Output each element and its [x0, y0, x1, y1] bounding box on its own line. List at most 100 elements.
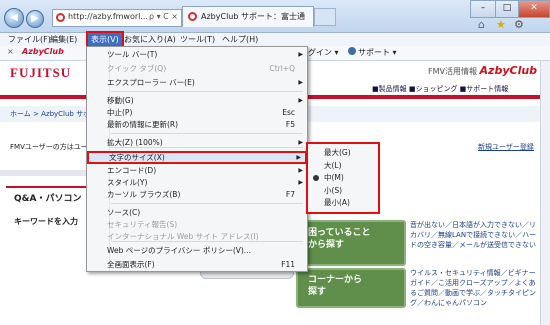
tab-favicon-icon	[188, 12, 197, 21]
menu-edit[interactable]: 編集(E)	[50, 33, 77, 46]
close-window-button[interactable]: ✕	[518, 0, 550, 18]
view-menu-item[interactable]: 拡大(Z) (100%) ▶	[87, 137, 307, 148]
address-controls[interactable]: ρ ▾ C ×	[149, 12, 178, 21]
menu-tools[interactable]: ツール(T)	[180, 33, 215, 46]
toolbar-support[interactable]: サポート ▾	[358, 47, 397, 58]
text-size-option-label: 最小(A)	[324, 198, 350, 207]
gear-icon[interactable]: ⚙	[514, 18, 524, 31]
corner-search-panel[interactable]: コーナーから 探す	[296, 268, 406, 308]
view-menu-item: セキュリティ報告(S)	[87, 219, 307, 230]
minimize-button[interactable]: –	[470, 0, 496, 18]
favorites-star-icon[interactable]: ★	[496, 18, 506, 31]
view-menu-item[interactable]: カーソル ブラウズ(B) F7	[87, 189, 307, 200]
text-size-submenu: 最大(G) 大(L) 中(M) 小(S) 最小(A)	[306, 142, 380, 214]
menu-item-label: Web ページのプライバシー ポリシー(V)...	[107, 246, 251, 255]
menu-item-label: 文字のサイズ(X)	[109, 153, 165, 162]
text-size-option-label: 小(S)	[324, 185, 343, 195]
view-menu-item[interactable]: 全画面表示(F) F11	[87, 259, 307, 270]
menu-item-label: ツール バー(T)	[107, 50, 158, 59]
support-icon	[348, 47, 356, 55]
new-tab-button[interactable]	[314, 8, 336, 26]
azbyclub-brand[interactable]: FMV活用情報 AzbyClub	[428, 64, 537, 77]
text-size-option-label: 最大(G)	[324, 148, 351, 157]
brand-small-label: FMV活用情報	[428, 67, 477, 76]
home-icon[interactable]: ⌂	[478, 18, 485, 31]
text-size-option[interactable]: 最大(G)	[308, 147, 378, 159]
menu-item-shortcut: F7	[285, 190, 295, 199]
panel2-label: コーナーから 探す	[308, 275, 363, 297]
common-topics-links[interactable]: 音が出ない／日本語が入力できない／リカバリ／無線LANで接続できない／ハードの空…	[410, 220, 538, 250]
menu-item-label: エンコード(D)	[107, 166, 157, 175]
keyword-label: キーワードを入力	[14, 217, 78, 226]
menu-item-label: クイック タブ(Q)	[107, 64, 167, 73]
text-size-option[interactable]: 大(L)	[308, 160, 378, 172]
menu-item-label: エクスプローラー バー(E)	[107, 78, 195, 87]
submenu-arrow-icon: ▶	[296, 154, 301, 161]
text-size-option-label: 大(L)	[324, 160, 342, 170]
view-menu-item[interactable]: Web ページのプライバシー ポリシー(V)...	[87, 245, 307, 256]
menu-item-label: 中止(P)	[107, 108, 133, 117]
site-favicon-icon	[56, 13, 65, 22]
view-menu-item[interactable]: 最新の情報に更新(R) F5	[87, 119, 307, 130]
text-size-option[interactable]: 最小(A)	[308, 197, 378, 209]
menu-item-label: 最新の情報に更新(R)	[107, 120, 179, 129]
menu-separator	[111, 203, 303, 204]
view-menu-item[interactable]: 中止(P) Esc	[87, 107, 307, 118]
menu-bar	[0, 33, 550, 46]
menu-item-shortcut: F5	[285, 120, 295, 129]
text-size-option[interactable]: 中(M)	[308, 172, 378, 184]
fujitsu-logo[interactable]: FUJITSU	[10, 65, 71, 81]
toolbar-brand[interactable]: AzbyClub	[22, 47, 64, 56]
menu-item-label: ソース(C)	[107, 208, 141, 217]
toolbar-login[interactable]: グイン ▾	[308, 47, 339, 58]
breadcrumb-text[interactable]: ホーム > AzbyClub サポー	[10, 109, 97, 119]
menu-item-shortcut: Esc	[282, 108, 295, 117]
view-menu-item[interactable]: 移動(G) ▶	[87, 95, 307, 106]
back-arrow-icon: ◀	[10, 12, 18, 23]
site-links[interactable]: ■製品情報 ■ショッピング ■サポート情報	[372, 84, 508, 94]
menu-item-label: インターナショナル Web サイト アドレス(I)	[107, 232, 259, 241]
forward-button[interactable]: ▶	[26, 10, 44, 28]
menu-item-label: 全画面表示(F)	[107, 260, 155, 269]
toolbar-close-icon[interactable]: ×	[7, 47, 14, 56]
menu-item-shortcut: Ctrl+Q	[269, 64, 295, 73]
menu-separator	[111, 91, 303, 92]
address-url: http://azby.fmworl...	[68, 12, 149, 21]
view-menu-item[interactable]: エンコード(D) ▶	[87, 165, 307, 176]
text-size-option-label: 中(M)	[324, 173, 344, 182]
view-menu: ツール バー(T) ▶ クイック タブ(Q) Ctrl+Q エクスプローラー バー(E)…	[86, 46, 308, 272]
view-menu-item: クイック タブ(Q) Ctrl+Q	[87, 63, 307, 74]
back-button[interactable]: ◀	[4, 8, 24, 28]
selected-radio-dot-icon	[313, 175, 319, 181]
panel1-label: 困っていること から探す	[308, 228, 371, 250]
view-menu-item: インターナショナル Web サイト アドレス(I)	[87, 231, 307, 242]
view-menu-item-text-size[interactable]: 文字のサイズ(X) ▶	[87, 151, 307, 164]
view-menu-item[interactable]: ツール バー(T) ▶	[87, 49, 307, 60]
tab-title: AzbyClub サポート：富士通	[201, 12, 305, 21]
register-link[interactable]: 新規ユーザー登録	[478, 142, 534, 152]
forward-arrow-icon: ▶	[31, 13, 39, 24]
maximize-button[interactable]: □	[495, 0, 519, 18]
submenu-arrow-icon: ▶	[298, 79, 303, 86]
menu-separator	[111, 133, 303, 134]
text-size-option[interactable]: 小(S)	[308, 185, 378, 197]
menu-item-label: セキュリティ報告(S)	[107, 220, 178, 229]
menu-favorites[interactable]: お気に入り(A)	[124, 33, 176, 46]
submenu-arrow-icon: ▶	[298, 139, 303, 146]
submenu-arrow-icon: ▶	[298, 167, 303, 174]
corner-topics-links[interactable]: ウイルス・セキュリティ情報／ビギナーガイド／こ活用クローズアップ／よくあるご質問…	[410, 268, 538, 308]
submenu-arrow-icon: ▶	[298, 97, 303, 104]
view-menu-item[interactable]: ソース(C)	[87, 207, 307, 218]
menu-item-label: カーソル ブラウズ(B)	[107, 190, 181, 199]
tab-azbyclub[interactable]: AzbyClub サポート：富士通	[182, 6, 314, 27]
band	[0, 170, 86, 176]
vertical-scrollbar[interactable]	[540, 61, 550, 325]
menu-item-label: スタイル(Y)	[107, 178, 148, 187]
submenu-arrow-icon: ▶	[298, 179, 303, 186]
problem-search-panel[interactable]: 困っていること から探す	[296, 220, 406, 266]
view-menu-item[interactable]: スタイル(Y) ▶	[87, 177, 307, 188]
view-menu-item[interactable]: エクスプローラー バー(E) ▶	[87, 77, 307, 88]
menu-help[interactable]: ヘルプ(H)	[222, 33, 258, 46]
menu-file[interactable]: ファイル(F)	[8, 33, 51, 46]
address-bar[interactable]: http://azby.fmworl... ρ ▾ C ×	[52, 9, 182, 27]
